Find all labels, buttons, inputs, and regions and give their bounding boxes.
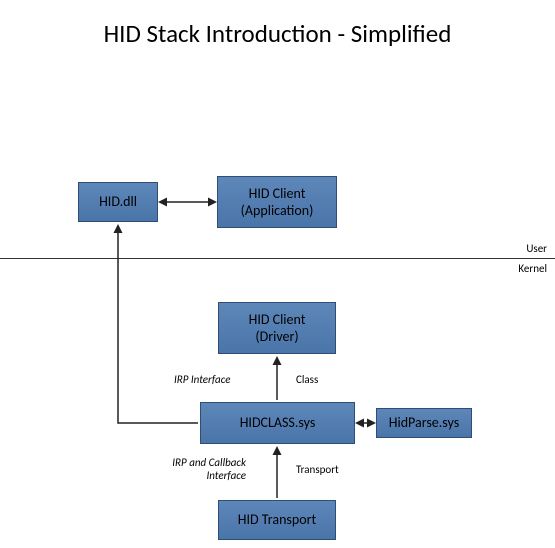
label-kernel: Kernel bbox=[518, 262, 547, 275]
box-hid-client-driver: HID Client (Driver) bbox=[218, 302, 336, 354]
connector-hidclass-hiddll bbox=[118, 226, 198, 423]
page-title: HID Stack Introduction - Simplified bbox=[0, 18, 555, 49]
box-hidparse-sys: HidParse.sys bbox=[376, 408, 472, 438]
box-hid-transport: HID Transport bbox=[218, 500, 336, 540]
box-hid-dll: HID.dll bbox=[78, 182, 158, 222]
connectors bbox=[0, 0, 555, 548]
label-irp-interface: IRP Interface bbox=[174, 373, 230, 386]
box-hid-dll-label: HID.dll bbox=[99, 193, 137, 211]
box-hidclass-sys: HIDCLASS.sys bbox=[200, 402, 355, 444]
box-hid-transport-label: HID Transport bbox=[238, 511, 316, 529]
box-hidparse-sys-label: HidParse.sys bbox=[389, 414, 459, 432]
box-hidclass-sys-label: HIDCLASS.sys bbox=[240, 414, 316, 432]
label-user: User bbox=[526, 242, 547, 255]
label-class: Class bbox=[296, 373, 318, 386]
label-transport: Transport bbox=[296, 463, 339, 476]
box-hid-client-app: HID Client (Application) bbox=[217, 176, 337, 228]
label-irp-callback: IRP and Callback Interface bbox=[156, 456, 246, 482]
box-hid-client-app-label: HID Client (Application) bbox=[241, 185, 314, 220]
box-hid-client-driver-label: HID Client (Driver) bbox=[249, 311, 306, 346]
divider-user-kernel bbox=[0, 258, 555, 259]
